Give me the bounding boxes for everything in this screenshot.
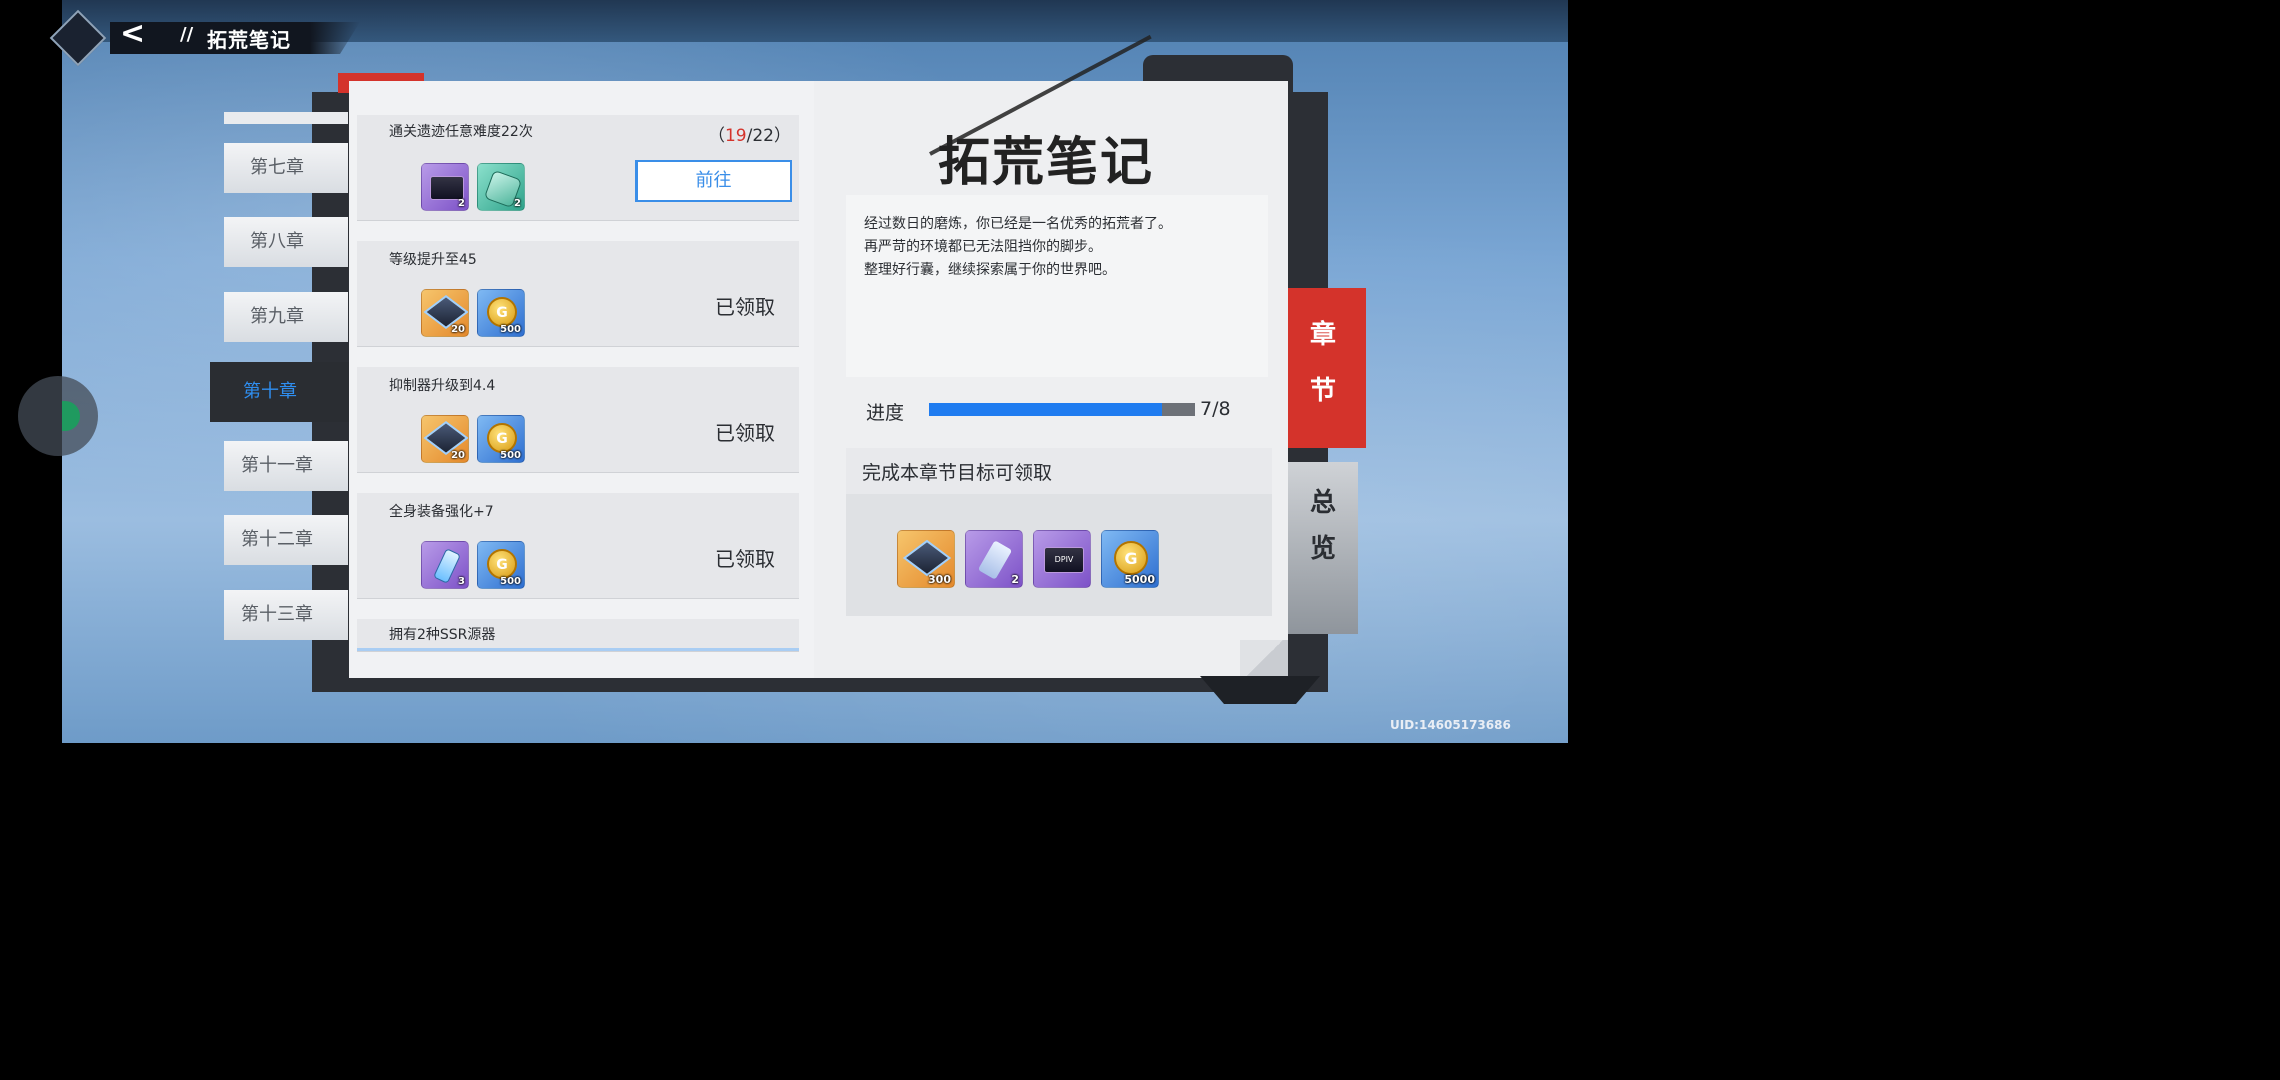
chapter-tab-9[interactable]: 第九章 (224, 292, 348, 342)
cube-icon[interactable]: 300 (897, 530, 955, 588)
task-name: 全身装备强化+7 (389, 504, 494, 520)
task-card: 拥有2种SSR源器 (357, 619, 799, 651)
cube-icon[interactable]: 20 (421, 289, 469, 337)
progress-label: 进度 (866, 402, 905, 424)
task-card: 抑制器升级到4.4 20 G 500 已领取 (357, 367, 799, 472)
chapter-tab-12[interactable]: 第十二章 (224, 515, 348, 565)
chapter-tab-13[interactable]: 第十三章 (224, 590, 348, 640)
claimed-label: 已领取 (715, 421, 775, 445)
claimed-label: 已领取 (715, 295, 775, 319)
crystal-shard-icon[interactable]: 2 (965, 530, 1023, 588)
chapter-tab-7[interactable]: 第七章 (224, 143, 348, 193)
chapter-tab-11[interactable]: 第十一章 (224, 441, 348, 491)
task-name: 拥有2种SSR源器 (389, 627, 496, 643)
vial-icon[interactable]: 3 (421, 541, 469, 589)
description-line: 经过数日的磨炼，你已经是一名优秀的拓荒者了。 (864, 216, 1172, 232)
description-line: 整理好行囊，继续探索属于你的世界吧。 (864, 262, 1116, 278)
page-title: 拓荒笔记 (207, 28, 291, 52)
floating-ball[interactable] (18, 376, 98, 456)
claimed-label: 已领取 (715, 547, 775, 571)
tab-chapter[interactable]: 章 节 (1288, 288, 1366, 448)
task-card: 等级提升至45 20 G 500 已领取 (357, 241, 799, 346)
progress-bar-fill (929, 403, 1162, 416)
gold-coin-icon[interactable]: G 500 (477, 289, 525, 337)
gold-coin-icon[interactable]: G 500 (477, 415, 525, 463)
gear-part-icon[interactable]: 2 (477, 163, 525, 211)
back-arrow-icon[interactable]: < (120, 14, 145, 54)
supply-box-icon[interactable]: 2 (421, 163, 469, 211)
task-name: 抑制器升级到4.4 (389, 378, 496, 394)
task-card: 通关遗迹任意难度22次 （19/22） 2 2 前往 (357, 115, 799, 220)
page-corner-fold[interactable] (1240, 640, 1288, 678)
gold-coin-icon[interactable]: G 5000 (1101, 530, 1159, 588)
status-overlay (0, 188, 101, 456)
task-name: 通关遗迹任意难度22次 (389, 124, 533, 140)
chapter-tab-10[interactable]: 第十章 (210, 362, 350, 422)
description-line: 再严苛的环境都已无法阻挡你的脚步。 (864, 239, 1102, 255)
task-card-highlight (357, 648, 799, 651)
chapter-reward-title: 完成本章节目标可领取 (862, 462, 1053, 484)
title-slashes-icon: // (180, 24, 194, 45)
uid-label: UID:14605173686 (1390, 718, 1511, 732)
chapter-tab-8[interactable]: 第八章 (224, 217, 348, 267)
go-button[interactable]: 前往 (635, 160, 792, 202)
chapter-tab-partial[interactable] (224, 112, 348, 124)
gold-coin-icon[interactable]: G 500 (477, 541, 525, 589)
task-progress: （19/22） (707, 126, 791, 146)
task-card: 全身装备强化+7 3 G 500 已领取 (357, 493, 799, 598)
tab-overview[interactable]: 总 览 (1288, 462, 1358, 634)
task-name: 等级提升至45 (389, 252, 477, 268)
cube-icon[interactable]: 20 (421, 415, 469, 463)
progress-text: 7/8 (1200, 398, 1231, 420)
dpiv-chip-icon[interactable]: DPIV (1033, 530, 1091, 588)
